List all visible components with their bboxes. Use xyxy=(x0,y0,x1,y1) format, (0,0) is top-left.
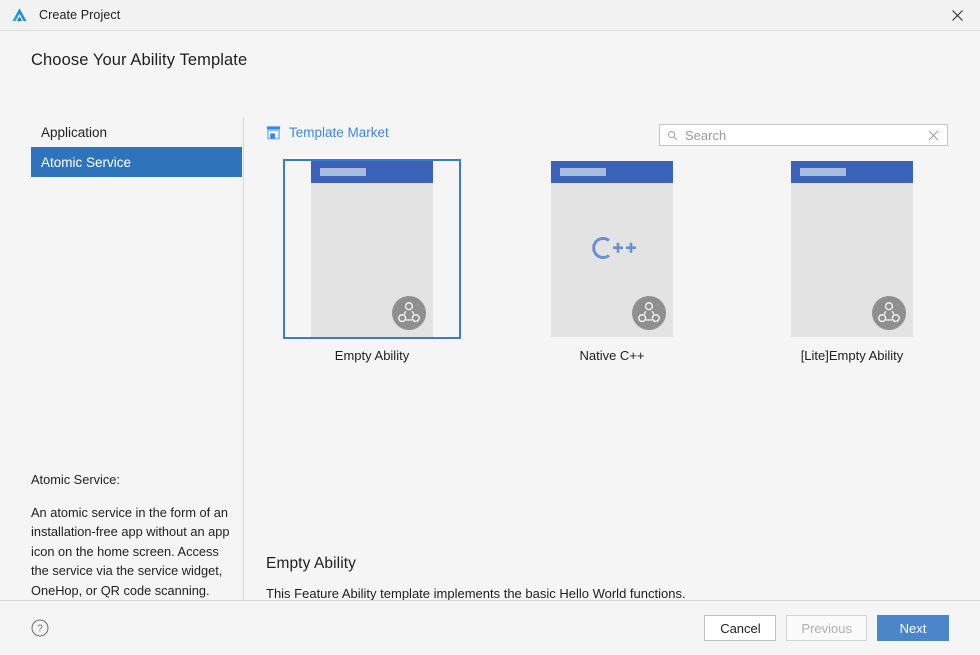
sidebar-item-application[interactable]: Application xyxy=(31,117,242,147)
create-project-dialog: Create Project Choose Your Ability Templ… xyxy=(0,0,980,655)
title-bar: Create Project xyxy=(0,0,980,31)
phone-header xyxy=(791,161,913,183)
template-cell: Native C++ xyxy=(492,159,732,559)
template-preview xyxy=(311,161,433,337)
sidebar-item-label: Atomic Service xyxy=(41,154,132,170)
footer-buttons: Cancel Previous Next xyxy=(704,615,949,641)
page-title: Choose Your Ability Template xyxy=(31,51,248,69)
template-detail-description: This Feature Ability template implements… xyxy=(266,586,686,601)
store-icon xyxy=(266,126,281,140)
cancel-button[interactable]: Cancel xyxy=(704,615,777,641)
search-input[interactable] xyxy=(685,127,926,143)
dialog-body: Choose Your Ability Template Application… xyxy=(0,31,980,631)
template-market-link[interactable]: Template Market xyxy=(266,125,389,140)
template-grid: Empty Ability Native C++ [Lite]Empty Abi… xyxy=(244,159,980,559)
atomic-service-badge-icon xyxy=(632,296,666,330)
right-pane: Template Market Search Empty Ability Nat… xyxy=(244,117,980,631)
phone-title-placeholder xyxy=(560,168,606,176)
phone-title-placeholder xyxy=(320,168,366,176)
previous-button: Previous xyxy=(786,615,867,641)
search-icon xyxy=(668,130,678,140)
phone-body xyxy=(551,183,673,337)
template-cell: [Lite]Empty Ability xyxy=(732,159,972,559)
sidebar-item-atomic-service[interactable]: Atomic Service xyxy=(31,147,242,177)
cpp-logo xyxy=(551,233,673,268)
template-label: Native C++ xyxy=(579,348,645,363)
left-pane: Application Atomic Service Atomic Servic… xyxy=(0,117,243,631)
atomic-service-badge-icon xyxy=(392,296,426,330)
phone-header xyxy=(551,161,673,183)
category-description: Atomic Service: An atomic service in the… xyxy=(31,470,234,600)
template-card-empty-ability[interactable] xyxy=(283,159,461,339)
template-card-native-cpp[interactable] xyxy=(523,159,701,339)
template-card-lite-empty-ability[interactable] xyxy=(763,159,941,339)
phone-body xyxy=(791,183,913,337)
template-preview xyxy=(791,161,913,337)
category-list: Application Atomic Service xyxy=(0,117,243,177)
phone-title-placeholder xyxy=(800,168,846,176)
next-button[interactable]: Next xyxy=(877,615,949,641)
template-detail-title: Empty Ability xyxy=(266,555,357,572)
footer-bar: ? Cancel Previous Next xyxy=(0,600,980,655)
phone-body xyxy=(311,183,433,337)
close-button[interactable] xyxy=(934,0,980,31)
template-market-label: Template Market xyxy=(289,125,389,140)
category-description-body: An atomic service in the form of an inst… xyxy=(31,504,230,598)
help-circle-icon[interactable]: ? xyxy=(31,619,49,637)
search-box[interactable] xyxy=(659,124,948,146)
template-label: [Lite]Empty Ability xyxy=(800,348,904,363)
close-icon xyxy=(951,10,963,21)
templates-toolbar: Template Market xyxy=(244,117,980,159)
svg-text:?: ? xyxy=(37,624,43,635)
clear-icon xyxy=(928,130,939,140)
window-title: Create Project xyxy=(39,8,121,22)
search-clear-button[interactable] xyxy=(926,128,941,143)
category-description-title: Atomic Service: xyxy=(31,472,120,487)
phone-header xyxy=(311,161,433,183)
deveco-triangle-logo-icon xyxy=(12,7,27,21)
atomic-service-badge-icon xyxy=(872,296,906,330)
template-cell: Empty Ability xyxy=(252,159,492,559)
template-detail: Empty Ability This Feature Ability templ… xyxy=(266,555,960,601)
template-label: Empty Ability xyxy=(334,348,410,363)
template-preview xyxy=(551,161,673,337)
cplusplus-icon xyxy=(592,237,636,259)
sidebar-item-label: Application xyxy=(41,124,108,140)
